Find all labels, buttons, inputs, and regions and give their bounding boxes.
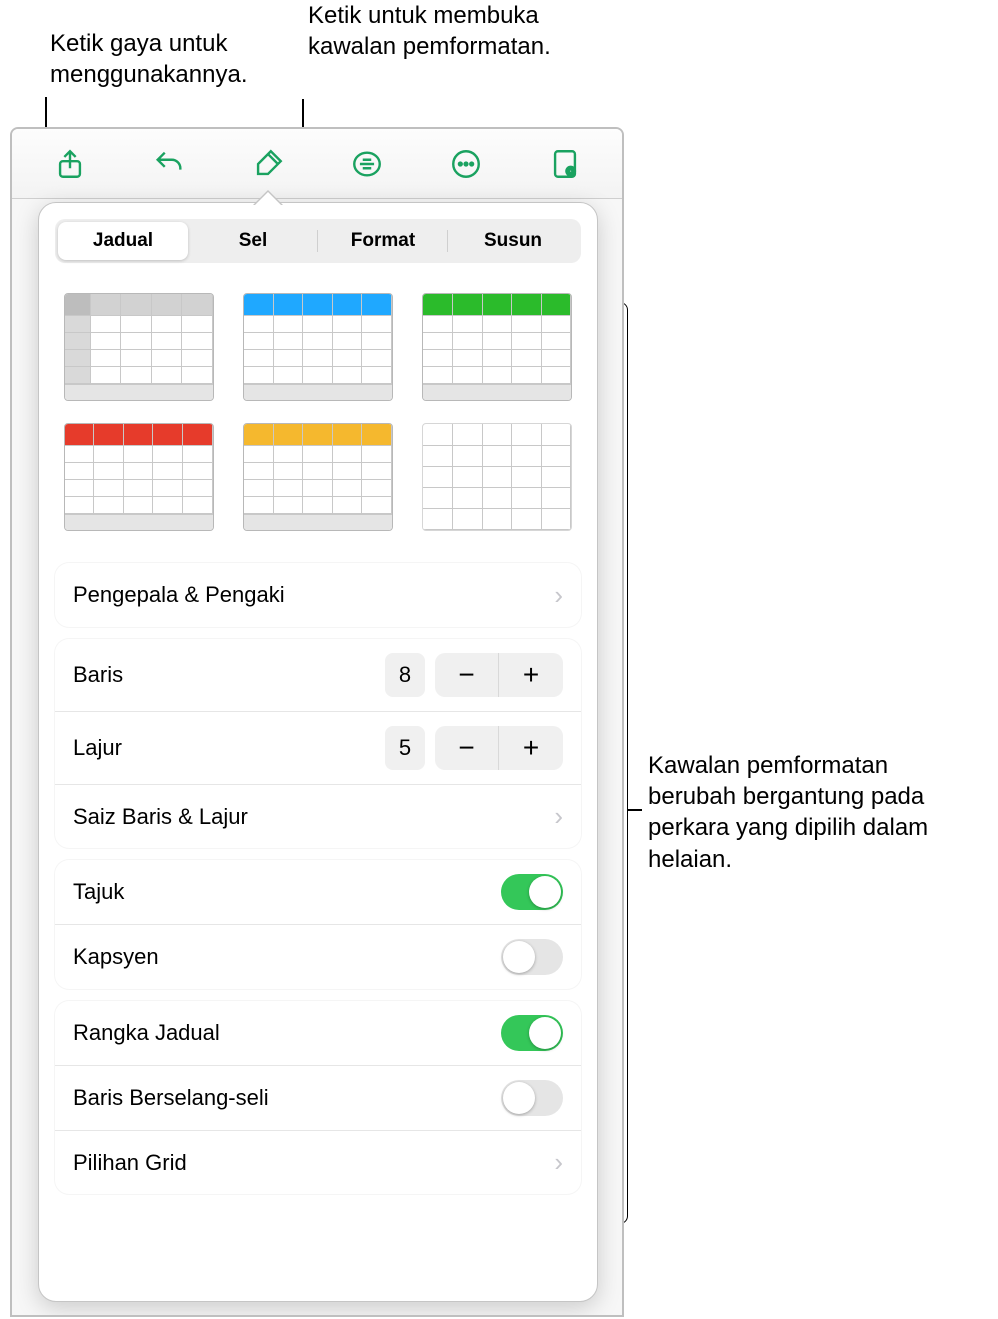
table-style-plain[interactable]	[422, 423, 572, 531]
bracket-tick	[628, 809, 642, 811]
alternating-label: Baris Berselang-seli	[73, 1085, 501, 1111]
alternating-row: Baris Berselang-seli	[55, 1065, 581, 1130]
cols-decrement[interactable]: −	[435, 726, 499, 770]
callout-side: Kawalan pemformatan berubah bergantung p…	[648, 750, 978, 875]
outline-row: Rangka Jadual	[55, 1001, 581, 1065]
more-button[interactable]	[438, 136, 494, 192]
title-row: Tajuk	[55, 860, 581, 924]
headers-footers-row[interactable]: Pengepala & Pengaki ›	[55, 563, 581, 627]
title-label: Tajuk	[73, 879, 501, 905]
table-style-gray[interactable]	[64, 293, 214, 401]
outline-section: Rangka Jadual Baris Berselang-seli Pilih…	[55, 1001, 581, 1194]
format-button[interactable]	[240, 136, 296, 192]
rows-stepper: − +	[435, 653, 563, 697]
title-toggle[interactable]	[501, 874, 563, 910]
tab-segmented-control: Jadual Sel Format Susun	[55, 219, 581, 263]
cols-value: 5	[385, 726, 425, 770]
insert-button[interactable]	[339, 136, 395, 192]
outline-toggle[interactable]	[501, 1015, 563, 1051]
format-popover: Jadual Sel Format Susun	[38, 202, 598, 1302]
rows-decrement[interactable]: −	[435, 653, 499, 697]
cols-increment[interactable]: +	[499, 726, 563, 770]
headers-footers-label: Pengepala & Pengaki	[73, 582, 554, 608]
tab-format[interactable]: Format	[318, 222, 448, 260]
rows-cols-section: Baris 8 − + Lajur 5 − + Saiz Baris & Laj…	[55, 639, 581, 848]
chevron-right-icon: ›	[554, 580, 563, 611]
headers-footers-section: Pengepala & Pengaki ›	[55, 563, 581, 627]
grid-options-label: Pilihan Grid	[73, 1150, 554, 1176]
alternating-toggle[interactable]	[501, 1080, 563, 1116]
cols-row: Lajur 5 − +	[55, 711, 581, 784]
table-style-blue[interactable]	[243, 293, 393, 401]
row-col-size-row[interactable]: Saiz Baris & Lajur ›	[55, 784, 581, 848]
share-button[interactable]	[42, 136, 98, 192]
callout-format-open: Ketik untuk membuka kawalan pemformatan.	[308, 0, 568, 62]
table-styles-grid	[55, 283, 581, 551]
view-button[interactable]	[537, 136, 593, 192]
caption-toggle[interactable]	[501, 939, 563, 975]
rows-label: Baris	[73, 662, 385, 688]
table-style-yellow[interactable]	[243, 423, 393, 531]
rows-row: Baris 8 − +	[55, 639, 581, 711]
toolbar	[12, 129, 622, 199]
table-style-red[interactable]	[64, 423, 214, 531]
undo-button[interactable]	[141, 136, 197, 192]
row-col-size-label: Saiz Baris & Lajur	[73, 804, 554, 830]
app-window: Jadual Sel Format Susun	[10, 127, 624, 1317]
more-icon	[449, 147, 483, 181]
grid-options-row[interactable]: Pilihan Grid ›	[55, 1130, 581, 1194]
caption-label: Kapsyen	[73, 944, 501, 970]
tab-sel[interactable]: Sel	[188, 222, 318, 260]
cols-label: Lajur	[73, 735, 385, 761]
cols-stepper: − +	[435, 726, 563, 770]
document-view-icon	[548, 147, 582, 181]
title-caption-section: Tajuk Kapsyen	[55, 860, 581, 989]
chevron-right-icon: ›	[554, 801, 563, 832]
rows-increment[interactable]: +	[499, 653, 563, 697]
table-style-green[interactable]	[422, 293, 572, 401]
outline-label: Rangka Jadual	[73, 1020, 501, 1046]
share-icon	[53, 147, 87, 181]
rows-value: 8	[385, 653, 425, 697]
callout-style-tap: Ketik gaya untuk menggunakannya.	[50, 28, 300, 90]
tab-susun[interactable]: Susun	[448, 222, 578, 260]
format-brush-icon	[251, 147, 285, 181]
tab-jadual[interactable]: Jadual	[58, 222, 188, 260]
chevron-right-icon: ›	[554, 1147, 563, 1178]
comment-icon	[350, 147, 384, 181]
caption-row: Kapsyen	[55, 924, 581, 989]
undo-icon	[152, 147, 186, 181]
